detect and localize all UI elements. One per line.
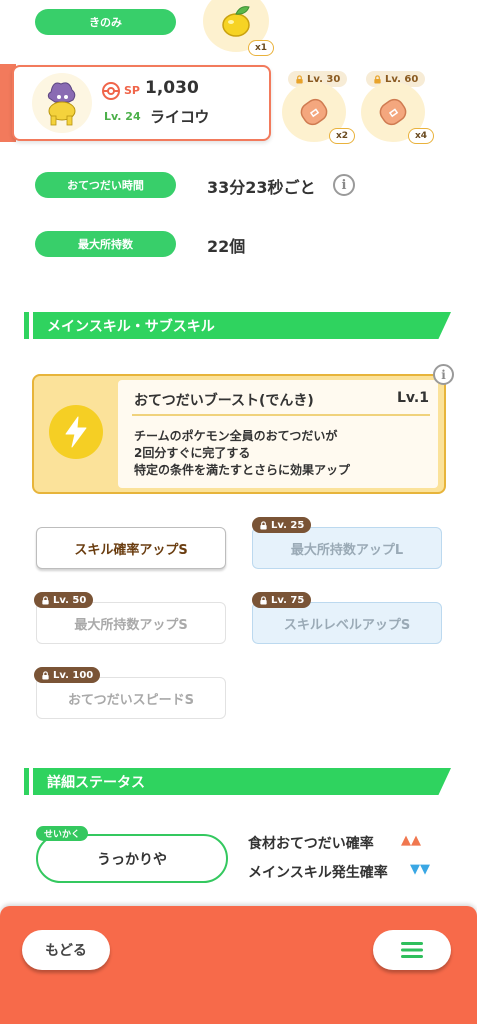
sub-skill-lock-level: Lv. 50: [53, 594, 87, 606]
lock-icon: [374, 74, 381, 84]
berry-label: きのみ: [35, 9, 176, 35]
increase-arrows-icon: ▲▲: [401, 833, 421, 848]
lock-icon: [42, 595, 49, 605]
help-time-label: おてつだい時間: [35, 172, 176, 198]
sub-skill-button[interactable]: スキル確率アップS: [36, 527, 226, 569]
main-skill-name: おてつだいブースト(でんき): [134, 393, 314, 409]
back-button[interactable]: もどる: [22, 930, 110, 970]
nature-tag: せいかく: [36, 826, 89, 841]
modifier-label: 食材おてつだい確率: [248, 836, 374, 852]
sub-skill-button[interactable]: スキルレベルアップS: [252, 602, 442, 644]
main-skill-detail-panel: おてつだいブースト(でんき) Lv.1 チームのポケモン全員のおてつだいが 2回…: [118, 380, 438, 488]
description-line: チームのポケモン全員のおてつだいが: [134, 429, 338, 443]
lock-icon: [296, 74, 303, 84]
pokemon-portrait: [32, 73, 92, 133]
decrease-arrows-icon: ▼▼: [410, 862, 430, 877]
sub-skill-button[interactable]: おてつだいスピードS: [36, 677, 226, 719]
skills-section-title: メインスキル・サブスキル: [47, 319, 215, 335]
main-skill-card[interactable]: おてつだいブースト(でんき) Lv.1 チームのポケモン全員のおてつだいが 2回…: [32, 374, 446, 494]
sp-value: 1,030: [145, 78, 199, 98]
divider: [132, 414, 430, 416]
sub-skill-lock-level: Lv. 25: [271, 519, 305, 531]
sub-skill-lock-level: Lv. 75: [271, 594, 305, 606]
sub-skill-lock-level: Lv. 100: [53, 669, 94, 681]
pokemon-level: Lv. 24: [104, 110, 141, 123]
description-line: 2回分すぐに完了する: [134, 446, 251, 460]
help-time-info-icon[interactable]: i: [333, 174, 355, 196]
max-carry-value: 22個: [207, 237, 246, 256]
sp-label: SP: [124, 84, 140, 97]
main-skill-description: チームのポケモン全員のおてつだいが 2回分すぐに完了する 特定の条件を満たすとさ…: [134, 428, 350, 479]
sub-skill-button[interactable]: 最大所持数アップL: [252, 527, 442, 569]
main-skill-level: Lv.1: [397, 390, 429, 406]
back-button-label: もどる: [45, 943, 87, 959]
main-skill-info-icon[interactable]: i: [433, 364, 454, 385]
sub-skill-lock-badge: Lv. 100: [34, 667, 101, 683]
description-line: 特定の条件を満たすとさらに効果アップ: [134, 463, 351, 477]
hamburger-menu-icon: [401, 942, 423, 958]
max-carry-label: 最大所持数: [35, 231, 176, 257]
lightning-bolt-icon: [49, 405, 103, 459]
details-section-title: 詳細ステータス: [47, 775, 145, 791]
sp-icon: [102, 82, 120, 104]
pokemon-card[interactable]: SP 1,030 Lv. 24 ライコウ: [12, 65, 271, 141]
pokemon-name: ライコウ: [150, 108, 210, 126]
modifier-label: メインスキル発生確率: [248, 865, 388, 881]
help-time-value: 33分23秒ごと: [207, 178, 316, 197]
lock-icon: [260, 520, 267, 530]
ingredient-1-count: x2: [329, 128, 356, 144]
lock-icon: [42, 670, 49, 680]
menu-button[interactable]: [373, 930, 451, 970]
sub-skill-lock-badge: Lv. 75: [252, 592, 312, 608]
lock-icon: [260, 595, 267, 605]
sub-skill-lock-badge: Lv. 50: [34, 592, 94, 608]
berry-count-badge: x1: [248, 40, 275, 56]
nature-box[interactable]: うっかりや: [36, 834, 228, 883]
sub-skill-lock-badge: Lv. 25: [252, 517, 312, 533]
section-marker: [24, 768, 29, 795]
section-marker: [24, 312, 29, 339]
ingredient-2-count: x4: [408, 128, 435, 144]
sub-skill-button[interactable]: 最大所持数アップS: [36, 602, 226, 644]
